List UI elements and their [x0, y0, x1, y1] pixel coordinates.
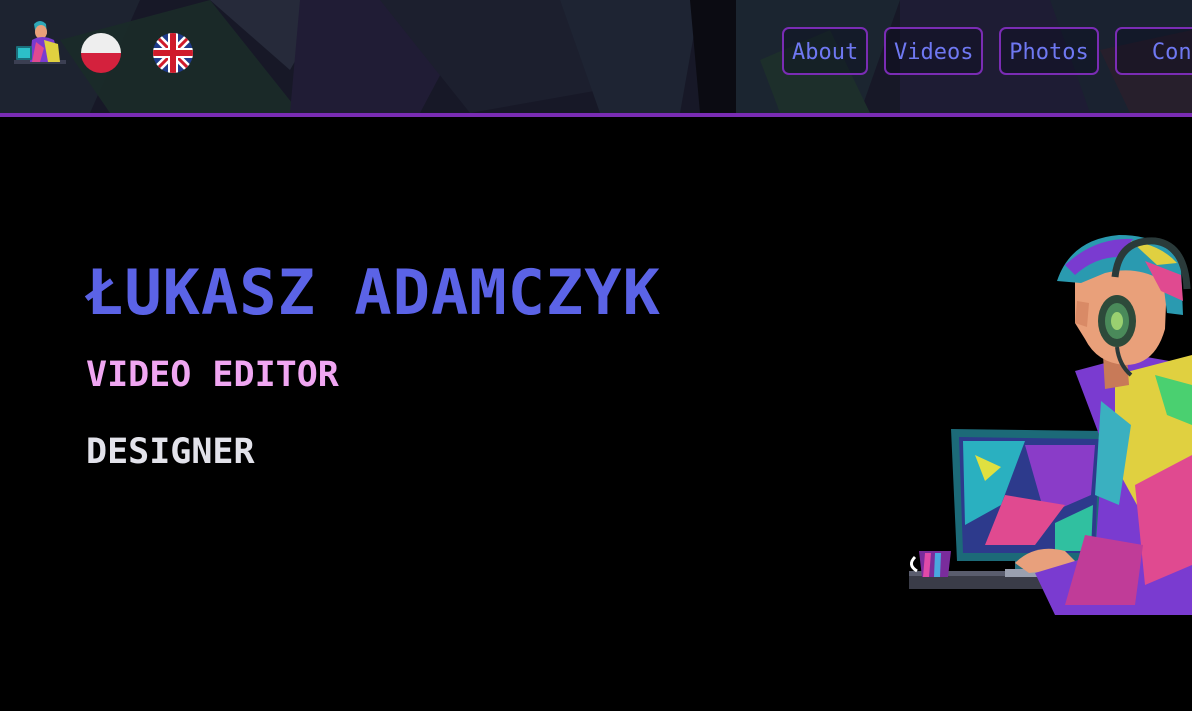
hero-role-video-editor: VIDEO EDITOR	[86, 355, 339, 395]
nav-videos-button[interactable]: Videos	[884, 27, 983, 75]
hero-role-designer: DESIGNER	[86, 432, 255, 472]
uk-flag-icon[interactable]	[152, 32, 194, 74]
poland-flag-icon[interactable]	[80, 32, 122, 74]
nav-photos-button[interactable]: Photos	[999, 27, 1099, 75]
video-editor-at-computer-illustration	[909, 235, 1192, 615]
editor-avatar-logo-icon[interactable]	[14, 18, 66, 68]
nav-about-button[interactable]: About	[782, 27, 868, 75]
page: About Videos Photos Conta ŁUKASZ ADAMCZY…	[0, 0, 1192, 711]
site-header: About Videos Photos Conta	[0, 0, 1192, 117]
nav-contact-button[interactable]: Conta	[1115, 27, 1192, 75]
hero-name: ŁUKASZ ADAMCZYK	[86, 256, 661, 329]
